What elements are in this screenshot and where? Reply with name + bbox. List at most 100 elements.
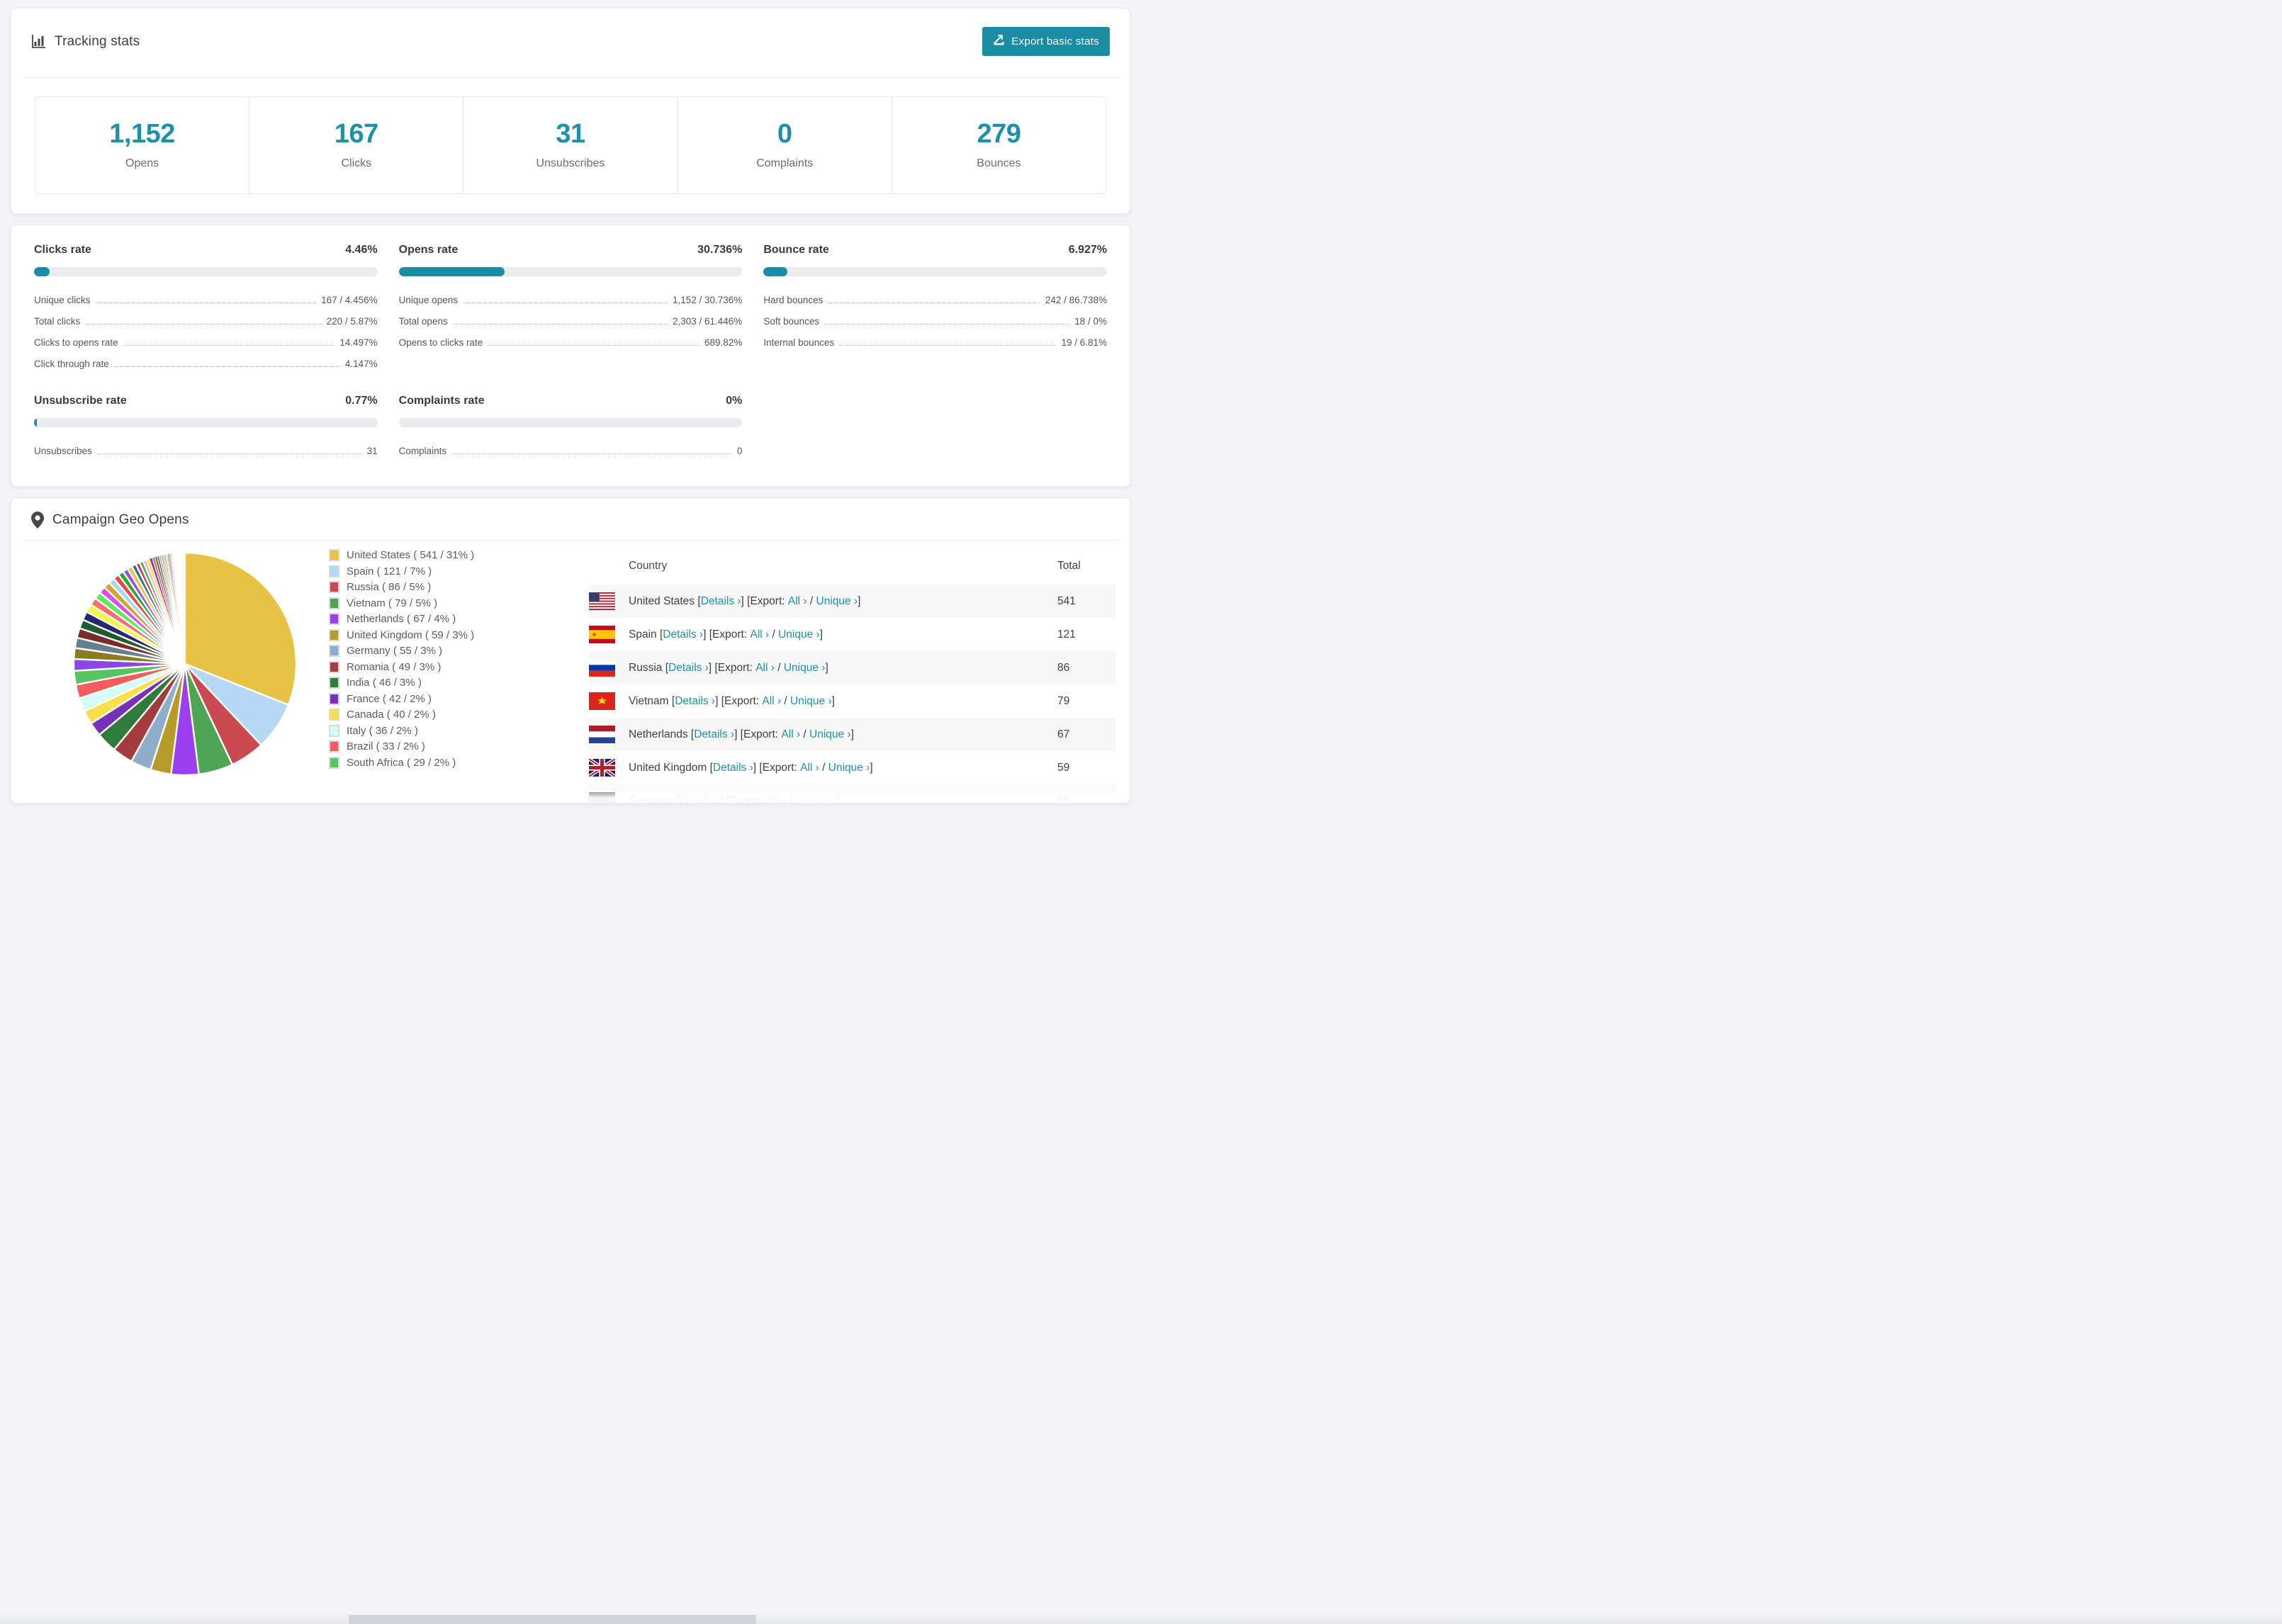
stat-label: Soft bounces xyxy=(763,316,820,327)
slash: / xyxy=(800,728,810,740)
rates-card: Clicks rate 4.46% Unique clicks 167 / 4.… xyxy=(11,225,1130,487)
clicks-rate-title: Clicks rate xyxy=(34,244,91,256)
stat-label: Total opens xyxy=(398,316,448,327)
total-column-header: Total xyxy=(1057,560,1081,572)
country-name: Netherlands xyxy=(629,728,688,740)
export-all-link[interactable]: All › xyxy=(781,728,800,741)
legend-swatch xyxy=(329,581,339,593)
unsubscribe-rate-progressbar xyxy=(34,418,378,427)
export-unique-link[interactable]: Unique › xyxy=(809,728,851,741)
stat-label: Click through rate xyxy=(34,359,109,369)
summary-box-unsubscribes: 31 Unsubscribes xyxy=(463,97,678,193)
legend-swatch xyxy=(329,549,339,561)
legend-swatch xyxy=(329,677,339,689)
details-link[interactable]: Details › xyxy=(694,728,734,741)
legend-item: Italy ( 36 / 2% ) xyxy=(329,724,554,737)
summary-box-complaints: 0 Complaints xyxy=(678,97,892,193)
map-pin-icon xyxy=(31,512,44,529)
stat-row: Hard bounces 242 / 86.738% xyxy=(763,290,1107,311)
legend-item: Netherlands ( 67 / 4% ) xyxy=(329,613,554,625)
geo-title-wrap: Campaign Geo Opens xyxy=(31,512,189,529)
export-all-link[interactable]: All › xyxy=(800,762,819,774)
dotted-leader xyxy=(85,324,322,325)
stat-value: 18 / 0% xyxy=(1074,316,1107,327)
dotted-leader xyxy=(488,345,700,346)
stat-value: 2,303 / 61.446% xyxy=(672,316,743,327)
details-link[interactable]: Details › xyxy=(713,762,753,774)
geo-header: Campaign Geo Opens xyxy=(11,498,1130,540)
export-label: ] [Export: xyxy=(753,761,801,774)
slash: / xyxy=(806,594,816,607)
stat-row: Complaints 0 xyxy=(399,441,743,462)
export-unique-link[interactable]: Unique › xyxy=(828,762,870,774)
country-name: Vietnam xyxy=(629,694,669,707)
unsubscribe-rate-panel: Unsubscribe rate 0.77% Unsubscribes 31 xyxy=(34,395,378,462)
export-unique-link[interactable]: Unique › xyxy=(790,695,832,708)
export-unique-link[interactable]: Unique › xyxy=(816,595,858,608)
legend-swatch xyxy=(329,597,339,609)
dotted-leader xyxy=(123,345,335,346)
bounces-label: Bounces xyxy=(977,157,1021,169)
export-unique-link[interactable]: Unique › xyxy=(784,662,826,675)
legend-label: United States ( 541 / 31% ) xyxy=(347,549,475,561)
details-link[interactable]: Details › xyxy=(675,695,715,708)
legend-item: Germany ( 55 / 3% ) xyxy=(329,645,554,657)
tracking-stats-header: Tracking stats Export basic stats xyxy=(11,9,1130,77)
details-link[interactable]: Details › xyxy=(701,595,741,608)
export-all-link[interactable]: All › xyxy=(755,662,775,675)
legend-swatch xyxy=(329,740,339,752)
stat-value: 4.147% xyxy=(344,359,378,369)
stat-value: 1,152 / 30.736% xyxy=(672,295,743,305)
unsubscribes-label: Unsubscribes xyxy=(536,157,605,169)
opens-rate-value: 30.736% xyxy=(697,244,743,256)
divider xyxy=(23,77,1118,78)
country-name: United Kingdom xyxy=(629,761,707,774)
bounces-count: 279 xyxy=(977,119,1021,149)
horizontal-scrollbar-thumb[interactable] xyxy=(349,1615,756,1624)
country-total: 55 xyxy=(1057,794,1070,803)
bracket: ] xyxy=(825,661,828,674)
country-total: 67 xyxy=(1057,728,1070,740)
bounce-rate-title: Bounce rate xyxy=(763,244,829,256)
clicks-rate-progressbar xyxy=(34,267,378,276)
legend-swatch xyxy=(329,613,339,625)
legend-item: Brazil ( 33 / 2% ) xyxy=(329,740,554,752)
flag-de-icon xyxy=(589,792,615,803)
summary-box-bounces: 279 Bounces xyxy=(892,97,1106,193)
country-total: 86 xyxy=(1057,661,1070,674)
slash: / xyxy=(786,794,796,803)
export-all-link[interactable]: All › xyxy=(788,595,807,608)
geo-section-title: Campaign Geo Opens xyxy=(52,512,189,527)
country-column-header: Country xyxy=(629,560,668,572)
stat-value: 167 / 4.456% xyxy=(321,295,378,305)
bounce-rate-progressbar xyxy=(763,267,1107,276)
legend-label: Italy ( 36 / 2% ) xyxy=(347,724,418,737)
clicks-count: 167 xyxy=(334,119,378,149)
export-basic-stats-button[interactable]: Export basic stats xyxy=(982,27,1110,56)
legend-item: United States ( 541 / 31% ) xyxy=(329,549,554,561)
geo-pie-chart[interactable] xyxy=(68,543,302,803)
bar-chart-icon xyxy=(31,34,46,49)
export-all-link[interactable]: All › xyxy=(762,695,781,708)
export-unique-link[interactable]: Unique › xyxy=(795,795,837,803)
export-unique-link[interactable]: Unique › xyxy=(778,628,820,641)
table-row: Germany [Details ›] [Export: All › / Uni… xyxy=(589,784,1115,803)
table-row: Vietnam [Details ›] [Export: All › / Uni… xyxy=(589,684,1115,718)
bottom-scroll-track xyxy=(0,1613,2282,1624)
dotted-leader xyxy=(452,324,668,325)
details-link[interactable]: Details › xyxy=(668,662,709,675)
export-all-link[interactable]: All › xyxy=(750,628,769,641)
legend-label: France ( 42 / 2% ) xyxy=(347,692,432,705)
stat-label: Internal bounces xyxy=(763,337,835,348)
tracking-stats-title-wrap: Tracking stats xyxy=(31,34,140,50)
slash: / xyxy=(819,761,828,774)
stat-row: Click through rate 4.147% xyxy=(34,354,378,375)
export-all-link[interactable]: All › xyxy=(768,795,787,803)
legend-swatch xyxy=(329,645,339,657)
legend-label: Canada ( 40 / 2% ) xyxy=(347,709,436,721)
stat-label: Clicks to opens rate xyxy=(34,337,118,348)
legend-label: Russia ( 86 / 5% ) xyxy=(347,581,432,593)
details-link[interactable]: Details › xyxy=(663,628,703,641)
stat-value: 31 xyxy=(366,446,378,456)
details-link[interactable]: Details › xyxy=(680,795,720,803)
